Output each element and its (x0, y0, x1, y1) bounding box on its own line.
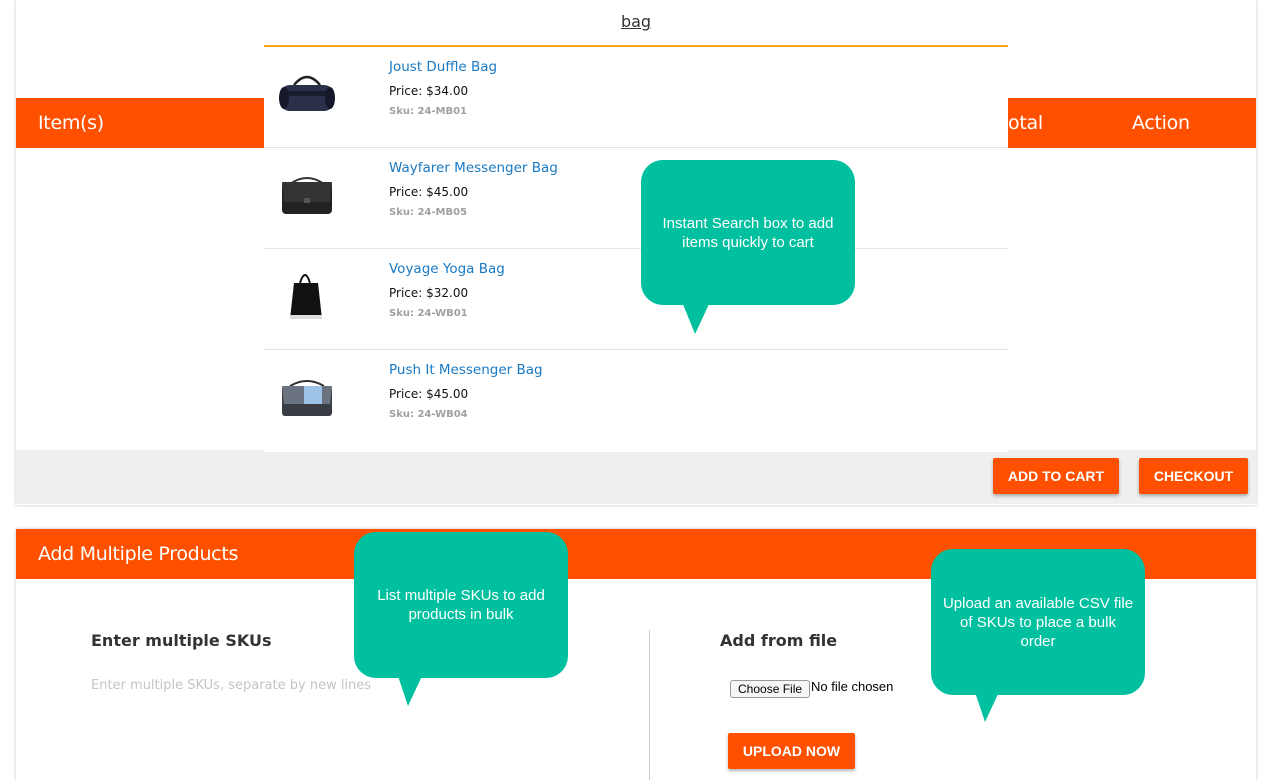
duffle-bag-icon (279, 75, 335, 111)
search-result-item[interactable]: Push It Messenger Bag Price: $45.00 Sku:… (264, 350, 1008, 451)
multiple-skus-input[interactable] (91, 678, 611, 768)
search-result-item[interactable]: Voyage Yoga Bag Price: $32.00 Sku: 24-WB… (264, 249, 1008, 350)
result-name[interactable]: Joust Duffle Bag (389, 59, 497, 75)
result-sku: Sku: 24-MB05 (389, 207, 468, 218)
search-callout: Instant Search box to add items quickly … (641, 160, 855, 305)
choose-file-button[interactable]: Choose File (730, 680, 811, 698)
result-sku: Sku: 24-WB04 (389, 409, 468, 420)
result-price: Price: $32.00 (389, 286, 469, 300)
result-price: Price: $45.00 (389, 387, 469, 401)
multi-products-title: Add Multiple Products (38, 543, 239, 565)
result-price: Price: $34.00 (389, 84, 469, 98)
messenger-bag-icon (282, 380, 332, 416)
csv-callout: Upload an available CSV file of SKUs to … (931, 549, 1145, 695)
search-result-item[interactable]: Joust Duffle Bag Price: $34.00 Sku: 24-M… (264, 47, 1008, 148)
result-name[interactable]: Push It Messenger Bag (389, 362, 543, 378)
file-status: No file chosen (811, 679, 894, 694)
result-name[interactable]: Voyage Yoga Bag (389, 261, 505, 277)
action-column-header: Action (1132, 112, 1190, 134)
total-column-header: otal (1008, 112, 1043, 134)
multi-sku-callout: List multiple SKUs to add products in bu… (354, 532, 568, 678)
result-name[interactable]: Wayfarer Messenger Bag (389, 160, 558, 176)
search-input[interactable]: bag (600, 12, 672, 31)
result-sku: Sku: 24-MB01 (389, 106, 468, 117)
result-sku: Sku: 24-WB01 (389, 308, 468, 319)
tote-bag-icon (290, 274, 322, 319)
add-from-file-title: Add from file (720, 631, 838, 650)
multiple-skus-title: Enter multiple SKUs (91, 631, 272, 650)
search-result-item[interactable]: Wayfarer Messenger Bag Price: $45.00 Sku… (264, 148, 1008, 249)
section-divider (649, 630, 650, 780)
search-results-dropdown: Joust Duffle Bag Price: $34.00 Sku: 24-M… (264, 47, 1008, 452)
result-price: Price: $45.00 (389, 185, 469, 199)
items-column-header: Item(s) (38, 112, 104, 134)
checkout-button[interactable]: CHECKOUT (1139, 458, 1248, 494)
messenger-bag-icon (282, 177, 332, 214)
upload-now-button[interactable]: UPLOAD NOW (728, 733, 855, 769)
add-to-cart-button[interactable]: ADD TO CART (993, 458, 1119, 494)
